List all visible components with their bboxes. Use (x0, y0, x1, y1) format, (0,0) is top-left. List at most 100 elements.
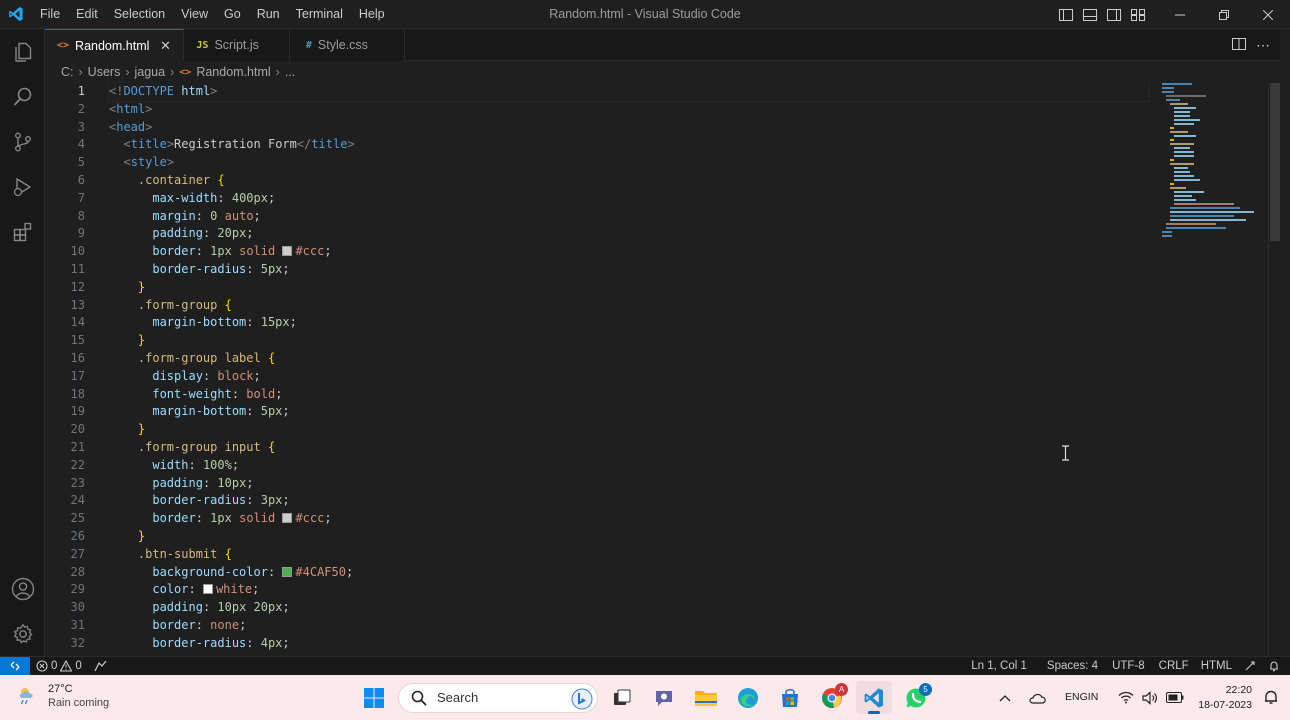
menu-edit[interactable]: Edit (68, 0, 106, 29)
input-language[interactable]: ENG IN (1059, 691, 1104, 704)
menu-terminal[interactable]: Terminal (288, 0, 351, 29)
chrome-browser-icon[interactable]: A (814, 681, 850, 714)
toggle-primary-sidebar-icon[interactable] (1054, 0, 1078, 29)
menu-bar: File Edit Selection View Go Run Terminal… (32, 0, 393, 29)
code-line: margin-bottom: 15px; (152, 315, 297, 330)
tab-random-html[interactable]: <> Random.html ✕ (45, 29, 185, 61)
chevron-right-icon: › (125, 65, 130, 79)
tab-label: Random.html (75, 38, 150, 53)
live-share-icon[interactable] (88, 657, 113, 675)
code-line: <head> (109, 119, 153, 134)
notification-center-icon[interactable] (1260, 690, 1290, 705)
breadcrumb-more[interactable]: ... (285, 65, 295, 79)
close-tab-icon[interactable]: ✕ (157, 38, 173, 54)
scrollbar-thumb[interactable] (1270, 83, 1280, 241)
teams-chat-icon[interactable] (646, 681, 682, 714)
css-file-icon: # (305, 39, 312, 51)
split-editor-icon[interactable] (1232, 37, 1246, 53)
menu-help[interactable]: Help (351, 0, 393, 29)
title-bar: File Edit Selection View Go Run Terminal… (0, 0, 1290, 29)
whatsapp-icon[interactable]: 5 (898, 681, 934, 714)
weather-widget[interactable]: 27°C Rain coming (16, 682, 109, 710)
close-window-icon[interactable] (1246, 0, 1290, 29)
battery-icon[interactable] (1162, 692, 1198, 703)
line-number: 26 (70, 528, 85, 543)
explorer-icon[interactable] (0, 29, 45, 74)
language-code: ENG (1065, 691, 1088, 703)
show-hidden-icons-chevron-up-icon[interactable] (993, 694, 1017, 702)
line-number: 11 (70, 261, 85, 276)
system-clock[interactable]: 22:20 18-07-2023 (1198, 683, 1260, 713)
file-explorer-icon[interactable] (688, 681, 724, 714)
indentation[interactable]: Spaces: 4 (1041, 657, 1106, 675)
volume-icon[interactable] (1138, 690, 1162, 705)
accounts-icon[interactable] (0, 566, 45, 611)
task-view-icon[interactable] (604, 681, 640, 714)
tab-style-css[interactable]: # Style.css (289, 29, 405, 61)
warning-icon (60, 660, 73, 672)
menu-selection[interactable]: Selection (106, 0, 173, 29)
code-line: <!DOCTYPE html> (108, 83, 1150, 102)
vscode-taskbar-icon[interactable] (856, 681, 892, 714)
html-file-icon: <> (57, 40, 70, 51)
feedback-icon[interactable] (1238, 657, 1262, 675)
code-line: background-color: #4CAF50; (152, 564, 354, 579)
wifi-icon[interactable] (1104, 691, 1138, 704)
end-of-line[interactable]: CRLF (1153, 657, 1195, 675)
clock-date: 18-07-2023 (1198, 698, 1252, 711)
taskbar-search[interactable]: Search (398, 682, 598, 713)
breadcrumb-user[interactable]: jagua (135, 65, 166, 79)
menu-view[interactable]: View (173, 0, 216, 29)
problems-indicator[interactable]: 0 0 (30, 657, 88, 675)
toggle-secondary-sidebar-icon[interactable] (1102, 0, 1126, 29)
code-line: .form-group input { (137, 439, 276, 454)
notifications-bell-icon[interactable] (1262, 657, 1290, 675)
tab-label: Style.css (317, 38, 368, 52)
tab-script-js[interactable]: JS Script.js (184, 29, 290, 61)
breadcrumb-file[interactable]: Random.html (196, 65, 270, 79)
breadcrumb-users[interactable]: Users (88, 65, 121, 79)
customize-layout-icon[interactable] (1126, 0, 1150, 29)
menu-file[interactable]: File (32, 0, 68, 29)
bing-icon (571, 688, 593, 709)
code-line: border-radius: 5px; (152, 261, 290, 276)
more-actions-icon[interactable]: ⋯ (1256, 37, 1270, 54)
code-content[interactable]: <!DOCTYPE html> <html> <head> <title>Reg… (108, 83, 1150, 653)
search-placeholder: Search (437, 690, 479, 705)
language-region: IN (1087, 691, 1099, 703)
cursor-position[interactable]: Ln 1, Col 1 (965, 657, 1041, 675)
color-swatch[interactable] (202, 584, 213, 595)
line-number: 32 (70, 635, 85, 650)
manage-gear-icon[interactable] (0, 611, 45, 656)
code-line: padding: 10px 20px; (152, 600, 290, 615)
color-swatch[interactable] (282, 246, 293, 257)
remote-window-icon[interactable] (0, 657, 30, 675)
color-swatch[interactable] (282, 566, 293, 577)
extensions-icon[interactable] (0, 209, 45, 254)
search-icon[interactable] (0, 74, 45, 119)
edge-browser-icon[interactable] (730, 681, 766, 714)
editor-tabs: <> Random.html ✕ JS Script.js # Style.cs… (45, 29, 1280, 61)
minimap[interactable] (1160, 83, 1268, 243)
code-editor[interactable]: 1 2 3 4 5 6 7 8 9 10 11 12 13 14 15 16 1… (45, 83, 1280, 656)
menu-go[interactable]: Go (216, 0, 249, 29)
toggle-panel-icon[interactable] (1078, 0, 1102, 29)
source-control-icon[interactable] (0, 119, 45, 164)
microsoft-store-icon[interactable] (772, 681, 808, 714)
code-line: .form-group label { (137, 350, 276, 365)
restore-icon[interactable] (1202, 0, 1246, 29)
line-number-gutter: 1 2 3 4 5 6 7 8 9 10 11 12 13 14 15 16 1… (45, 83, 113, 653)
onedrive-cloud-icon[interactable] (1017, 692, 1059, 704)
minimize-icon[interactable] (1158, 0, 1202, 29)
start-windows-icon[interactable] (356, 681, 392, 714)
breadcrumb-drive[interactable]: C: (61, 65, 74, 79)
color-swatch[interactable] (282, 513, 293, 524)
js-file-icon: JS (196, 39, 209, 51)
chrome-profile-badge: A (835, 683, 848, 696)
menu-run[interactable]: Run (249, 0, 288, 29)
encoding[interactable]: UTF-8 (1106, 657, 1153, 675)
line-number: 16 (70, 350, 85, 365)
language-mode[interactable]: HTML (1195, 657, 1238, 675)
run-debug-icon[interactable] (0, 164, 45, 209)
vertical-scrollbar[interactable] (1268, 83, 1280, 656)
